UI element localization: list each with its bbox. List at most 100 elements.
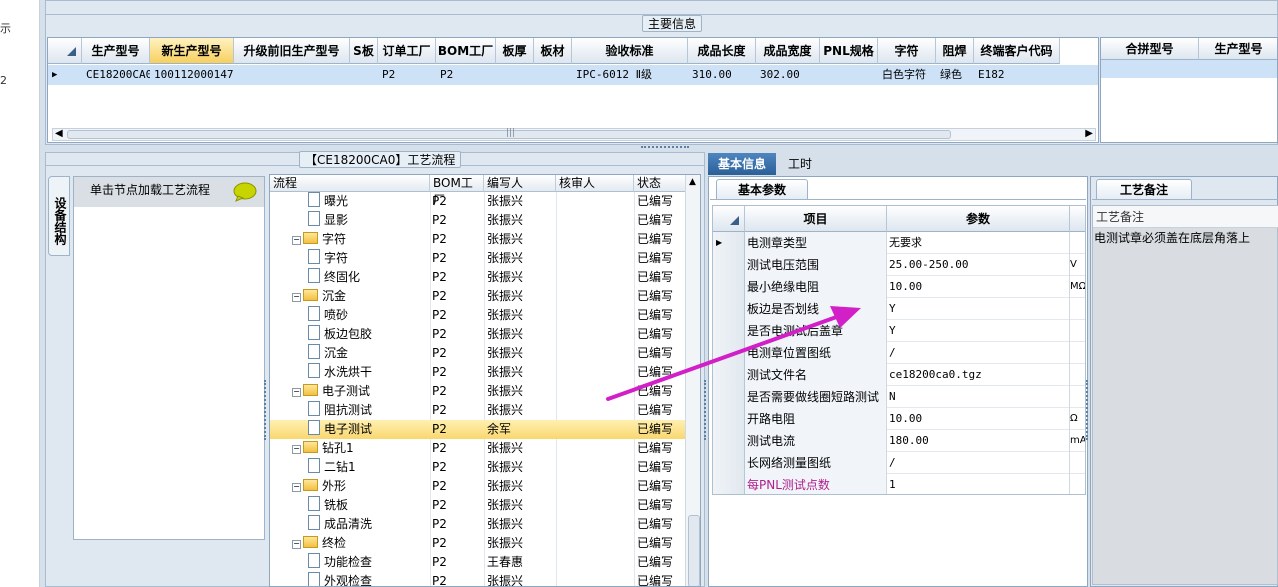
param-row[interactable]: 测试电流 180.00 mA <box>713 430 1085 452</box>
param-value[interactable]: 10.00 <box>887 276 1070 298</box>
tree-node[interactable]: 终固化 <box>308 268 360 287</box>
tree-node[interactable]: 字符 <box>308 249 348 268</box>
table-cell[interactable] <box>534 65 572 85</box>
column-header[interactable]: 字符 <box>878 38 936 64</box>
tree-row[interactable]: − 字符 P2 张振兴 已编写 <box>270 230 686 249</box>
param-row[interactable]: 电测章位置图纸 / <box>713 342 1085 364</box>
tree-row[interactable]: 字符 P2 张振兴 已编写 <box>270 249 686 268</box>
tree-node[interactable]: 外观检查 <box>308 572 372 586</box>
param-value[interactable]: / <box>887 342 1070 364</box>
merge-model-header[interactable]: 合拼型号 <box>1101 38 1199 60</box>
column-header[interactable]: 终端客户代码 <box>974 38 1060 64</box>
param-value[interactable]: Y <box>887 320 1070 342</box>
tree-row[interactable]: 终固化 P2 张振兴 已编写 <box>270 268 686 287</box>
col-param-header[interactable]: 参数 <box>887 206 1070 232</box>
param-row[interactable]: ▶ 电测章类型 无要求 <box>713 232 1085 254</box>
tree-node[interactable]: − 字符 <box>292 230 346 249</box>
tree-node[interactable]: 成品清洗 <box>308 515 372 534</box>
tree-row[interactable]: 板边包胶 P2 张振兴 已编写 <box>270 325 686 344</box>
tree-node[interactable]: 板边包胶 <box>308 325 372 344</box>
table-cell[interactable]: 绿色 <box>936 65 974 85</box>
tree-node[interactable]: − 终检 <box>292 534 346 553</box>
table-cell[interactable]: 302.00 <box>756 65 820 85</box>
table-cell[interactable] <box>496 65 534 85</box>
tree-row[interactable]: 外观检查 P2 张振兴 已编写 <box>270 572 686 586</box>
table-cell[interactable]: E182 <box>974 65 1060 85</box>
tab-basic-info[interactable]: 基本信息 <box>708 153 776 175</box>
tree-node[interactable]: 水洗烘干 <box>308 363 372 382</box>
param-value[interactable]: 180.00 <box>887 430 1070 452</box>
collapse-icon[interactable]: − <box>292 540 301 549</box>
table-cell[interactable]: 10011200014789 <box>150 65 234 85</box>
tree-node[interactable]: − 沉金 <box>292 287 346 306</box>
column-header[interactable]: 成品长度 <box>688 38 756 64</box>
scroll-left-icon[interactable]: ◀ <box>55 128 63 139</box>
param-row[interactable]: 开路电阻 10.00 Ω <box>713 408 1085 430</box>
table-cell[interactable]: CE18200CA0 <box>82 65 150 85</box>
column-header[interactable]: 成品宽度 <box>756 38 820 64</box>
col-writer-header[interactable]: 编写人 <box>484 175 556 192</box>
tree-node[interactable]: 功能检查 <box>308 553 372 572</box>
col-bom-header[interactable]: BOM工厂 <box>430 175 484 207</box>
collapse-icon[interactable]: − <box>292 483 301 492</box>
tree-row[interactable]: − 钻孔1 P2 张振兴 已编写 <box>270 439 686 458</box>
column-header[interactable]: PNL规格 <box>820 38 878 64</box>
table-cell[interactable]: 310.00 <box>688 65 756 85</box>
table-cell[interactable] <box>234 65 350 85</box>
param-row[interactable]: 测试电压范围 25.00-250.00 V <box>713 254 1085 276</box>
tree-row[interactable]: − 电子测试 P2 张振兴 已编写 <box>270 382 686 401</box>
main-info-horizontal-scrollbar[interactable]: ◀ ||| ▶ <box>52 128 1096 141</box>
tree-node[interactable]: 二钻1 <box>308 458 356 477</box>
column-header[interactable]: 板材 <box>534 38 572 64</box>
column-header[interactable]: 阻焊 <box>936 38 974 64</box>
column-header[interactable]: 验收标准 <box>572 38 688 64</box>
equipment-structure-tab[interactable]: 设备结构 <box>48 176 70 256</box>
tree-row[interactable]: 二钻1 P2 张振兴 已编写 <box>270 458 686 477</box>
param-row[interactable]: 长网络测量图纸 / <box>713 452 1085 474</box>
column-header[interactable]: 升级前旧生产型号 <box>234 38 350 64</box>
column-header[interactable]: BOM工厂 <box>436 38 496 64</box>
collapse-icon[interactable]: − <box>292 293 301 302</box>
table-cell[interactable]: IPC-6012 Ⅱ级 <box>572 65 688 85</box>
table-cell[interactable]: 白色字符 <box>878 65 936 85</box>
tree-row[interactable]: 喷砂 P2 张振兴 已编写 <box>270 306 686 325</box>
tree-row[interactable]: 水洗烘干 P2 张振兴 已编写 <box>270 363 686 382</box>
vertical-splitter-grip[interactable] <box>704 380 708 440</box>
tree-row[interactable]: 阻抗测试 P2 张振兴 已编写 <box>270 401 686 420</box>
column-header[interactable]: 板厚 <box>496 38 534 64</box>
tree-row[interactable]: − 外形 P2 张振兴 已编写 <box>270 477 686 496</box>
process-tree-grid[interactable]: 流程 BOM工厂 编写人 核审人 状态 曝光 P2 张振兴 已编写 显影 P2 张振兴 已编写… <box>269 174 701 587</box>
vertical-splitter-grip[interactable] <box>264 380 268 440</box>
scroll-right-icon[interactable]: ▶ <box>1085 128 1093 139</box>
tab-work-hours[interactable]: 工时 <box>780 153 820 175</box>
column-header[interactable]: 订单工厂 <box>378 38 436 64</box>
notes-text[interactable]: 电测试章必须盖在底层角落上 <box>1094 229 1276 249</box>
table-cell[interactable] <box>350 65 378 85</box>
params-grid[interactable]: 项目 参数 ▶ 电测章类型 无要求 测试电压范围 25.00-250.00 V 最小绝缘电阻… <box>712 205 1086 495</box>
column-header[interactable]: 生产型号 <box>82 38 150 64</box>
tree-node[interactable]: − 钻孔1 <box>292 439 354 458</box>
tree-node[interactable]: − 电子测试 <box>292 382 370 401</box>
tree-node[interactable]: 曝光 <box>308 192 348 211</box>
scroll-up-icon[interactable]: ▲ <box>689 177 696 187</box>
param-row[interactable]: 测试文件名 ce18200ca0.tgz <box>713 364 1085 386</box>
tree-row[interactable]: 电子测试 P2 余军 已编写 <box>270 420 686 439</box>
param-value[interactable]: N <box>887 386 1070 408</box>
param-value[interactable]: 1 <box>887 474 1070 494</box>
collapse-icon[interactable]: − <box>292 236 301 245</box>
collapse-icon[interactable]: − <box>292 445 301 454</box>
col-flow-header[interactable]: 流程 <box>270 175 430 192</box>
tree-row[interactable]: 曝光 P2 张振兴 已编写 <box>270 192 686 211</box>
tree-node[interactable]: 阻抗测试 <box>308 401 372 420</box>
tree-node[interactable]: 电子测试 <box>308 420 372 439</box>
tree-scrollbar-thumb[interactable] <box>688 515 700 586</box>
param-value[interactable]: 无要求 <box>887 232 1070 254</box>
tree-row[interactable]: 沉金 P2 张振兴 已编写 <box>270 344 686 363</box>
param-value[interactable]: Y <box>887 298 1070 320</box>
tree-node[interactable]: 喷砂 <box>308 306 348 325</box>
param-row[interactable]: 板边是否划线 Y <box>713 298 1085 320</box>
table-cell[interactable]: P2 <box>378 65 436 85</box>
tree-node[interactable]: 显影 <box>308 211 348 230</box>
scrollbar-thumb[interactable]: ||| <box>67 128 951 139</box>
param-row[interactable]: 是否需要做线圈短路测试 N <box>713 386 1085 408</box>
